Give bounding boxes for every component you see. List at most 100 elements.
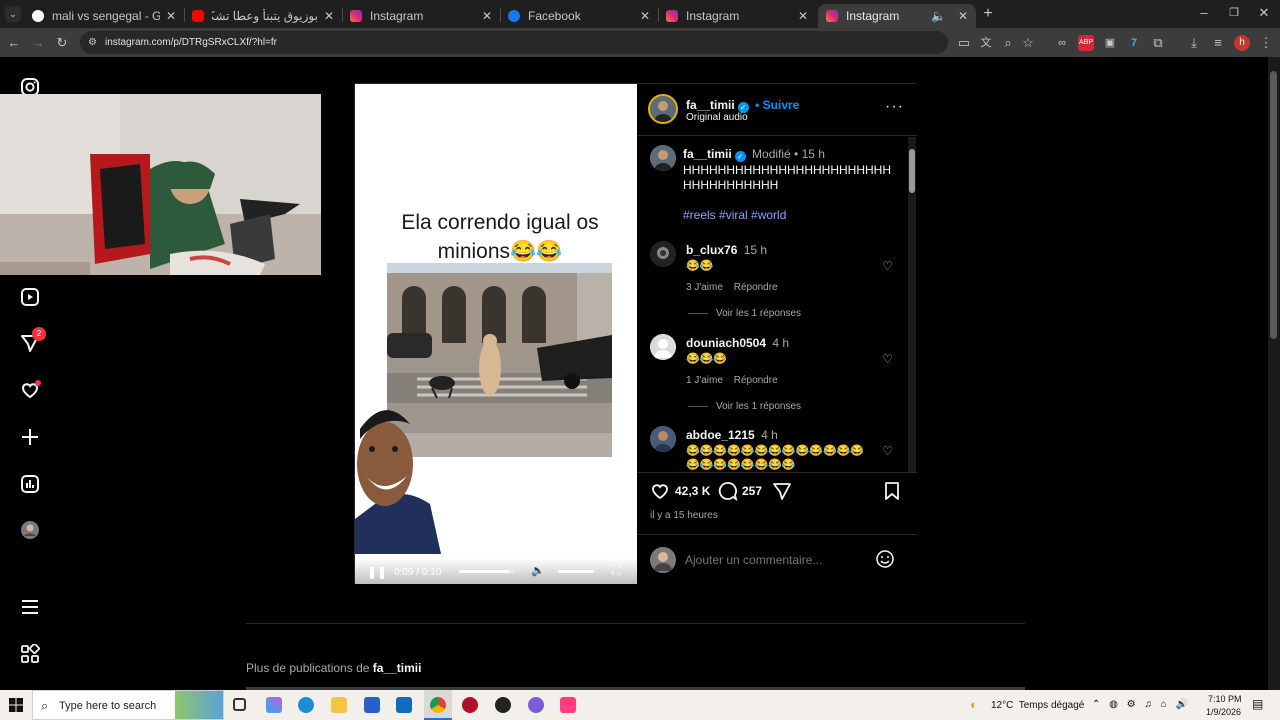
extensions-puzzle-icon[interactable]: ⧉ bbox=[1150, 35, 1166, 51]
file-explorer-icon[interactable] bbox=[331, 697, 347, 713]
commenter-avatar[interactable] bbox=[650, 426, 676, 452]
comment-likes[interactable]: 3 J'aime bbox=[686, 282, 723, 293]
edge-icon[interactable] bbox=[298, 697, 314, 713]
close-icon[interactable]: ✕ bbox=[166, 9, 176, 23]
comment-bubble-icon[interactable] bbox=[718, 481, 738, 506]
pause-icon[interactable]: ❚❚ bbox=[367, 565, 387, 579]
menu-kebab-icon[interactable]: ⋮ bbox=[1258, 35, 1274, 51]
extension-7tv-icon[interactable]: 7 bbox=[1126, 35, 1142, 51]
close-icon[interactable]: ✕ bbox=[798, 9, 808, 23]
back-icon[interactable]: ← bbox=[6, 35, 22, 51]
more-menu-icon[interactable] bbox=[20, 597, 40, 617]
app-purple-icon[interactable] bbox=[528, 697, 544, 713]
weather-text[interactable]: 12°C Temps dégagé bbox=[991, 700, 1084, 711]
volume-icon[interactable]: 🔈 bbox=[531, 564, 545, 577]
close-icon[interactable]: ✕ bbox=[640, 9, 650, 23]
author-avatar[interactable] bbox=[650, 145, 676, 171]
tab-youtube[interactable]: بوزيوق يتبنأ وعطا تشكيلة لركراكي ✕ bbox=[184, 4, 342, 28]
notifications-heart-icon[interactable] bbox=[20, 380, 41, 400]
outlook-icon[interactable] bbox=[396, 697, 412, 713]
commenter-username[interactable]: abdoe_1215 bbox=[686, 428, 755, 442]
clock-date[interactable]: 1/9/2026 bbox=[1206, 707, 1241, 717]
reel-video[interactable]: Ela correndo igual os minions😂😂 ❚❚ 0:09 … bbox=[355, 84, 637, 584]
close-icon[interactable]: ✕ bbox=[324, 9, 334, 23]
tab-google[interactable]: mali vs sengegal - Google Search ✕ bbox=[24, 4, 184, 28]
adblock-icon[interactable]: ABP bbox=[1078, 35, 1094, 51]
follow-button[interactable]: • Suivre bbox=[755, 98, 799, 112]
emoji-icon[interactable] bbox=[875, 549, 895, 574]
notifications-icon[interactable]: ▤ bbox=[1252, 697, 1263, 711]
extension-glasses-icon[interactable]: ∞ bbox=[1054, 35, 1070, 51]
taskbar-search[interactable]: ⌕ Type here to search bbox=[32, 690, 224, 720]
like-heart-icon[interactable] bbox=[650, 481, 670, 506]
fullscreen-icon[interactable]: ⛶ bbox=[612, 563, 620, 578]
like-comment-icon[interactable]: ♡ bbox=[882, 352, 893, 366]
minimize-icon[interactable]: – bbox=[1196, 5, 1212, 21]
download-icon[interactable]: ⤓ bbox=[1186, 35, 1202, 51]
app-red-icon[interactable] bbox=[462, 697, 478, 713]
store-icon[interactable] bbox=[364, 697, 380, 713]
more-options-icon[interactable]: ··· bbox=[885, 98, 904, 116]
window-close-icon[interactable]: ✕ bbox=[1256, 5, 1272, 21]
page-scrollbar[interactable] bbox=[1268, 57, 1280, 690]
extension-square-icon[interactable]: ▣ bbox=[1102, 35, 1118, 51]
create-plus-icon[interactable] bbox=[20, 427, 40, 447]
app-dark-icon[interactable] bbox=[495, 697, 511, 713]
clock-time[interactable]: 7:10 PM bbox=[1208, 694, 1242, 704]
more-posts-user[interactable]: fa__timii bbox=[373, 661, 422, 675]
author-username[interactable]: fa__timii bbox=[686, 98, 735, 112]
commenter-avatar[interactable] bbox=[650, 241, 676, 267]
address-bar[interactable]: ⚙ instagram.com/p/DTRgSRxCLXf/?hl=fr bbox=[80, 31, 948, 54]
audio-label[interactable]: Original audio bbox=[686, 112, 748, 123]
view-replies-button[interactable]: Voir les 1 réponses bbox=[716, 308, 801, 319]
tab-instagram-active[interactable]: Instagram 🔈 ✕ bbox=[818, 4, 976, 28]
likes-count[interactable]: 42,3 K bbox=[675, 484, 710, 498]
caption-author[interactable]: fa__timii bbox=[683, 147, 732, 161]
commenter-avatar[interactable] bbox=[650, 334, 676, 360]
reels-icon[interactable] bbox=[20, 287, 40, 307]
share-icon[interactable] bbox=[772, 481, 792, 506]
close-icon[interactable]: ✕ bbox=[958, 9, 968, 23]
forward-icon[interactable]: → bbox=[30, 35, 46, 51]
comments-count[interactable]: 257 bbox=[742, 484, 762, 498]
commenter-username[interactable]: douniach0504 bbox=[686, 336, 766, 350]
reload-icon[interactable]: ↻ bbox=[54, 35, 70, 51]
page-scrollbar-thumb[interactable] bbox=[1270, 71, 1277, 339]
also-from-meta-icon[interactable] bbox=[20, 643, 40, 664]
translate-icon[interactable]: 文 bbox=[978, 35, 994, 51]
tray-icons[interactable]: ⌃ ◍ ⚙ ♫ ⌂ 🔊 bbox=[1092, 699, 1191, 710]
site-info-icon[interactable]: ⚙ bbox=[88, 31, 97, 54]
comment-likes[interactable]: 1 J'aime bbox=[686, 375, 723, 386]
bookmark-star-icon[interactable]: ☆ bbox=[1020, 35, 1036, 51]
like-comment-icon[interactable]: ♡ bbox=[882, 259, 893, 273]
reply-button[interactable]: Répondre bbox=[734, 282, 778, 293]
like-comment-icon[interactable]: ♡ bbox=[882, 444, 893, 458]
new-tab-icon[interactable]: + bbox=[980, 6, 996, 22]
zoom-icon[interactable]: ⌕ bbox=[1000, 35, 1016, 51]
caption-hashtags[interactable]: #reels #viral #world bbox=[683, 208, 897, 223]
tab-search-icon[interactable]: ⌄ bbox=[5, 6, 21, 22]
view-replies-button[interactable]: Voir les 1 réponses bbox=[716, 401, 801, 412]
dashboard-icon[interactable] bbox=[20, 474, 40, 494]
tab-facebook[interactable]: Facebook ✕ bbox=[500, 4, 658, 28]
profile-avatar-icon[interactable] bbox=[20, 520, 40, 540]
reply-button[interactable]: Répondre bbox=[734, 375, 778, 386]
tab-instagram-1[interactable]: Instagram ✕ bbox=[342, 4, 500, 28]
reading-list-icon[interactable]: ≡ bbox=[1210, 35, 1226, 51]
chrome-icon-active[interactable] bbox=[424, 690, 452, 720]
volume-slider[interactable] bbox=[558, 570, 594, 573]
commenter-username[interactable]: b_clux76 bbox=[686, 243, 737, 257]
app-pink-icon[interactable] bbox=[560, 697, 576, 713]
windows-start-icon[interactable] bbox=[9, 698, 23, 715]
install-app-icon[interactable]: ▭ bbox=[956, 35, 972, 51]
messages-icon[interactable]: 2 bbox=[20, 327, 46, 353]
task-view-icon[interactable] bbox=[233, 698, 246, 711]
restore-icon[interactable]: ❐ bbox=[1226, 5, 1242, 21]
copilot-icon[interactable] bbox=[266, 697, 282, 713]
scrollbar-thumb[interactable] bbox=[909, 149, 915, 193]
profile-avatar[interactable]: h bbox=[1234, 35, 1250, 51]
comment-input[interactable] bbox=[685, 549, 865, 571]
speaker-icon[interactable]: 🔈 bbox=[931, 9, 946, 23]
video-progress-bar[interactable] bbox=[459, 570, 515, 573]
comments-scrollbar[interactable] bbox=[908, 137, 916, 472]
